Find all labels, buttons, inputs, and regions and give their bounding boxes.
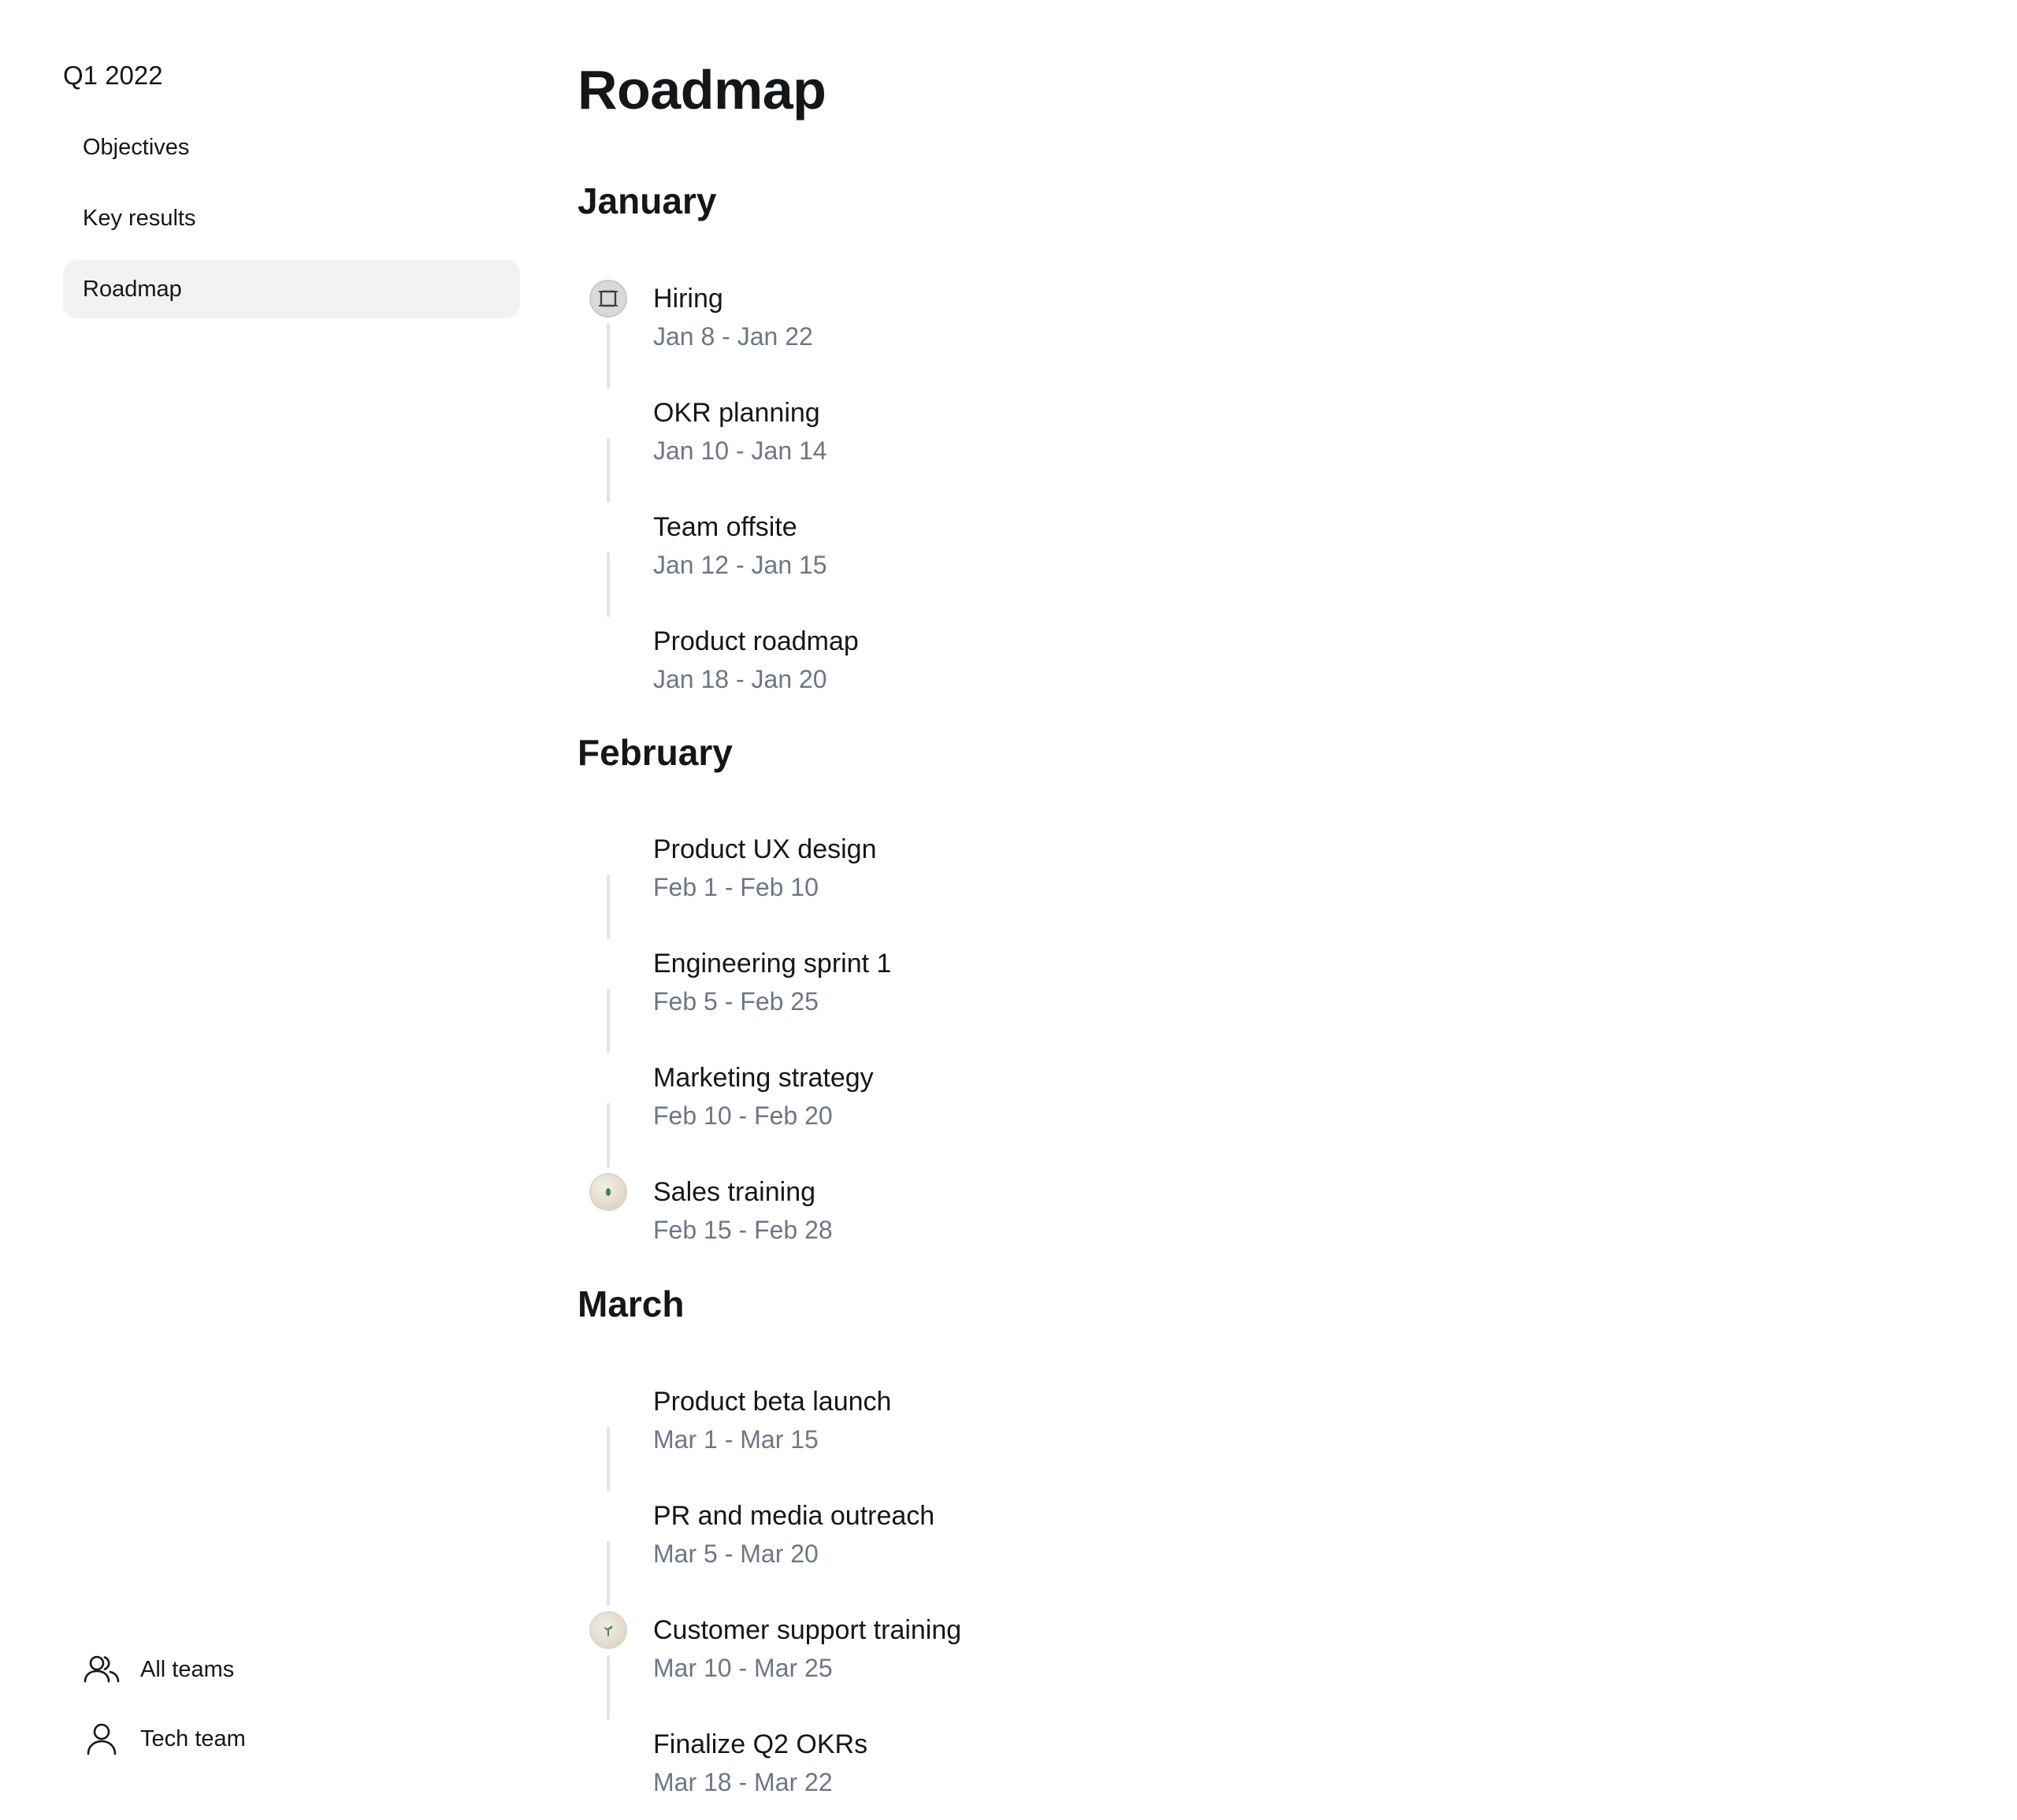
event-name: Marketing strategy <box>653 1063 874 1093</box>
all-teams-link[interactable]: All teams <box>82 1647 246 1692</box>
sidebar: Q1 2022 Objectives Key results Roadmap A… <box>0 0 552 1820</box>
event-dates: Mar 18 - Mar 22 <box>653 1768 833 1796</box>
timeline-event-product-beta-launch[interactable]: Product beta launch Mar 1 - Mar 15 <box>578 1383 1759 1497</box>
month-title: March <box>578 1283 685 1324</box>
sidebar-item-label: Key results <box>83 205 196 231</box>
event-name: Team offsite <box>653 512 797 542</box>
timeline-connector <box>607 324 610 388</box>
leaf-avatar-icon <box>589 1173 627 1211</box>
page-title: Roadmap <box>578 59 826 121</box>
event-name: Hiring <box>653 284 723 314</box>
app: Q1 2022 Objectives Key results Roadmap A… <box>0 0 2017 1820</box>
timeline: Product UX design Feb 1 - Feb 10 Enginee… <box>578 830 1759 1287</box>
event-dates: Jan 12 - Jan 15 <box>653 551 827 579</box>
users-icon <box>82 1650 121 1689</box>
timeline-connector <box>607 438 610 503</box>
timeline: Hiring Jan 8 - Jan 22 OKR planning Jan 1… <box>578 280 1759 737</box>
timeline-event-team-offsite[interactable]: Team offsite Jan 12 - Jan 15 <box>578 508 1759 622</box>
timeline-event-customer-support-training[interactable]: Customer support training Mar 10 - Mar 2… <box>578 1611 1759 1725</box>
timeline-connector <box>607 552 610 617</box>
timeline-event-product-roadmap[interactable]: Product roadmap Jan 18 - Jan 20 <box>578 622 1759 737</box>
sidebar-nav: Objectives Key results Roadmap <box>63 118 520 331</box>
event-dates: Feb 15 - Feb 28 <box>653 1216 833 1244</box>
month-title: February <box>578 732 733 773</box>
sprout-avatar-icon <box>589 1611 627 1649</box>
timeline-event-finalize-q2-okrs[interactable]: Finalize Q2 OKRs Mar 18 - Mar 22 <box>578 1725 1759 1820</box>
timeline-connector <box>607 1541 610 1606</box>
all-teams-label: All teams <box>140 1656 235 1682</box>
quarter-title: Q1 2022 <box>63 61 163 90</box>
timeline-event-hiring[interactable]: Hiring Jan 8 - Jan 22 <box>578 280 1759 394</box>
event-name: Sales training <box>653 1177 816 1207</box>
timeline: Product beta launch Mar 1 - Mar 15 PR an… <box>578 1383 1759 1820</box>
event-dates: Feb 5 - Feb 25 <box>653 987 819 1016</box>
timeline-connector <box>607 1655 610 1720</box>
event-name: OKR planning <box>653 398 820 428</box>
tech-team-label: Tech team <box>140 1725 246 1751</box>
sidebar-item-roadmap[interactable]: Roadmap <box>63 260 520 318</box>
timeline-event-pr-and-media-outreach[interactable]: PR and media outreach Mar 5 - Mar 20 <box>578 1497 1759 1611</box>
event-dates: Jan 10 - Jan 14 <box>653 436 827 465</box>
timeline-event-product-ux-design[interactable]: Product UX design Feb 1 - Feb 10 <box>578 830 1759 945</box>
tech-team-link[interactable]: Tech team <box>82 1716 246 1762</box>
month-section-january: January Hiring Jan 8 - Jan 22 OKR planni… <box>578 176 1759 737</box>
event-dates: Jan 8 - Jan 22 <box>653 322 813 351</box>
event-name: Product roadmap <box>653 626 859 656</box>
user-icon <box>82 1719 121 1759</box>
month-section-february: February Product UX design Feb 1 - Feb 1… <box>578 727 1759 1287</box>
month-section-march: March Product beta launch Mar 1 - Mar 15… <box>578 1279 1759 1820</box>
event-name: Customer support training <box>653 1615 962 1645</box>
sidebar-item-objectives[interactable]: Objectives <box>63 118 520 176</box>
timeline-event-marketing-strategy[interactable]: Marketing strategy Feb 10 - Feb 20 <box>578 1059 1759 1173</box>
event-name: Engineering sprint 1 <box>653 949 892 979</box>
event-dates: Mar 5 - Mar 20 <box>653 1540 819 1568</box>
event-dates: Jan 18 - Jan 20 <box>653 665 827 693</box>
timeline-event-sales-training[interactable]: Sales training Feb 15 - Feb 28 <box>578 1173 1759 1287</box>
timeline-connector <box>607 989 610 1053</box>
timeline-event-engineering-sprint-1[interactable]: Engineering sprint 1 Feb 5 - Feb 25 <box>578 945 1759 1059</box>
team-links: All teams Tech team <box>82 1647 246 1785</box>
sidebar-item-key-results[interactable]: Key results <box>63 189 520 247</box>
event-dates: Mar 10 - Mar 25 <box>653 1654 833 1682</box>
sidebar-item-label: Roadmap <box>83 276 182 302</box>
event-name: PR and media outreach <box>653 1501 935 1531</box>
event-dates: Feb 1 - Feb 10 <box>653 873 819 901</box>
event-dates: Feb 10 - Feb 20 <box>653 1101 833 1130</box>
timeline-connector <box>607 875 610 939</box>
timeline-connector <box>607 1103 610 1168</box>
event-name: Finalize Q2 OKRs <box>653 1729 868 1759</box>
event-name: Product beta launch <box>653 1387 892 1417</box>
event-name: Product UX design <box>653 834 877 864</box>
month-title: January <box>578 180 717 221</box>
hiring-avatar-icon <box>589 280 627 318</box>
event-dates: Mar 1 - Mar 15 <box>653 1425 819 1454</box>
sidebar-item-label: Objectives <box>83 134 190 160</box>
timeline-event-okr-planning[interactable]: OKR planning Jan 10 - Jan 14 <box>578 394 1759 508</box>
timeline-connector <box>607 1427 610 1491</box>
